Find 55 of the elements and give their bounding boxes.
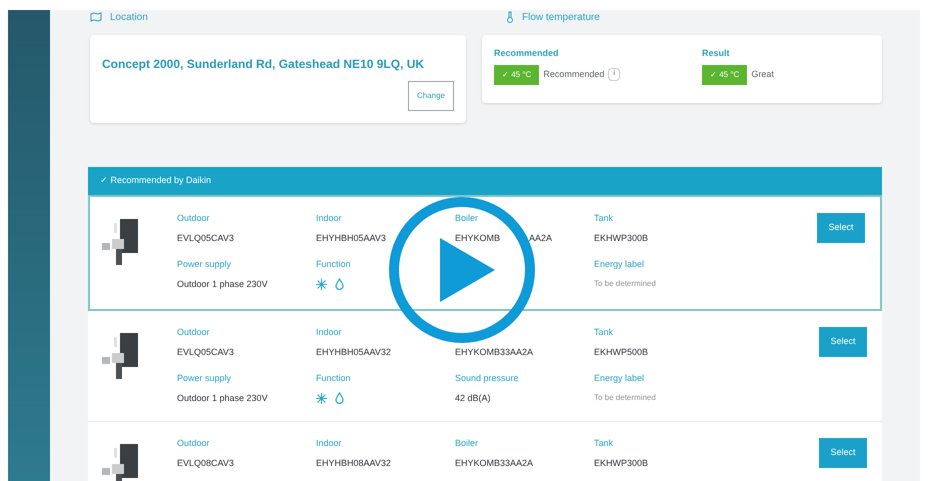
system-row[interactable]: Outdoor EVLQ05CAV3 Indoor EHYHBH05AAV32 EHYKOMB33AA2A Tank EKHWP500B Power supply Outdoor 1 phase 230V Function Sound pressure 42 dB(A) Energy label To be determined Select: [88, 311, 882, 422]
field-value: 42 dB(A): [455, 392, 491, 405]
address-text: Concept 2000, Sunderland Rd, Gateshead NE10 9LQ, UK: [102, 56, 426, 73]
field-value: EHYKOMB33AA2A: [455, 457, 534, 470]
section-heading: Location: [110, 10, 148, 24]
field-label: Outdoor: [177, 438, 210, 448]
field-label: Power supply: [177, 259, 232, 269]
field-label: Indoor: [316, 438, 342, 448]
recommended-header: ✓ Recommended by Daikin: [88, 167, 882, 195]
field-value: EVLQ05CAV3: [177, 346, 234, 359]
system-row[interactable]: Outdoor EVLQ08CAV3 Indoor EHYHBH08AAV32 Boiler EHYKOMB33AA2A Tank EKHWP300B Select: [88, 422, 882, 481]
field-label: Outdoor: [177, 327, 210, 337]
snowflake-icon: [316, 278, 327, 290]
field-label: Energy label: [594, 373, 644, 383]
water-drop-icon: [335, 278, 344, 290]
field-value: EHYKOMB33AA2A: [455, 346, 534, 359]
section-heading: Flow temperature: [522, 10, 600, 24]
field-value: To be determined: [594, 278, 656, 290]
field-value: EKHWP300B: [594, 232, 648, 245]
field-value: Outdoor 1 phase 230V: [177, 392, 268, 405]
field-label: Boiler: [455, 213, 478, 223]
field-value: AA2A: [529, 232, 552, 245]
water-drop-icon: [335, 392, 344, 404]
field-label: Indoor: [316, 327, 342, 337]
field-label: Tank: [594, 213, 614, 223]
field-label: Sound pressure: [455, 373, 519, 383]
field-value: EHYHBH08AAV32: [316, 457, 391, 470]
temperature-badge: ✓ 45 °C: [494, 64, 540, 84]
snowflake-icon: [316, 392, 327, 404]
field-value: Outdoor 1 phase 230V: [177, 278, 268, 291]
field-label: Power supply: [177, 373, 232, 383]
field-label: Indoor: [316, 213, 342, 223]
field-label: Function: [316, 373, 351, 383]
rating-text: Recommended: [543, 68, 604, 81]
field-value: EHYHBH05AAV32: [316, 346, 391, 359]
field-label: Energy label: [594, 259, 644, 269]
field-label: Result: [702, 47, 731, 60]
field-value: EHYHBH05AAV3: [316, 232, 386, 245]
field-value: EKHWP500B: [594, 346, 648, 359]
thermometer-icon: [506, 11, 514, 23]
field-value: EVLQ05CAV3: [177, 232, 234, 245]
field-value: To be determined: [594, 392, 656, 404]
field-value: EKHWP300B: [594, 457, 648, 470]
field-label: Function: [316, 259, 351, 269]
field-value: EHYKOMB: [455, 232, 500, 245]
field-label: Outdoor: [177, 213, 210, 223]
system-row[interactable]: Outdoor EVLQ05CAV3 Indoor EHYHBH05AAV3 Boiler EHYKOMB AA2A Tank EKHWP300B Power supply Outdoor 1 phase 230V Function Energy label To be determined Select: [88, 195, 882, 311]
field-label: Boiler: [455, 438, 478, 448]
temperature-badge: ✓ 45 °C: [702, 64, 748, 84]
rating-text: Great: [751, 68, 774, 81]
field-label: Tank: [594, 327, 614, 337]
map-icon: [90, 12, 102, 22]
field-label: Recommended: [494, 47, 560, 60]
field-value: EVLQ08CAV3: [177, 457, 234, 470]
field-label: Tank: [594, 438, 614, 448]
